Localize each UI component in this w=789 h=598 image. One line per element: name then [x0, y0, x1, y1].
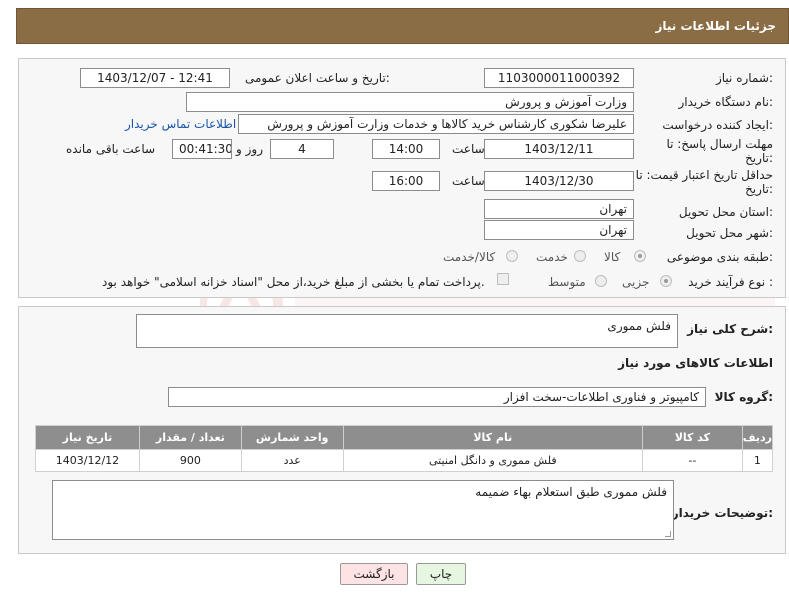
- requester-field: علیرضا شکوری کارشناس خرید کالاها و خدمات…: [238, 114, 634, 134]
- buyer-org-field: وزارت آموزش و پرورش: [186, 92, 634, 112]
- category-radio-both[interactable]: [506, 250, 518, 262]
- reply-date-field: 1403/12/11: [484, 139, 634, 159]
- price-valid-time-label: ساعت: [452, 174, 485, 188]
- days-field: 4: [270, 139, 334, 159]
- reply-time-label: ساعت: [452, 142, 485, 156]
- col-goods-name: نام کالا: [342, 425, 643, 450]
- days-label: روز و: [236, 142, 263, 156]
- buyer-org-label: نام دستگاه خریدار:: [678, 95, 774, 109]
- buyer-notes-field: فلش مموری طبق استعلام بهاء ضمیمه: [52, 480, 674, 540]
- remaining-time-label: ساعت باقی مانده: [66, 142, 156, 156]
- buyer-notes-text: فلش مموری طبق استعلام بهاء ضمیمه: [475, 485, 667, 499]
- category-option-both: کالا/خدمت: [443, 250, 496, 264]
- reply-deadline-label: مهلت ارسال پاسخ: تا: [666, 137, 773, 151]
- remaining-time-field: 00:41:30: [172, 139, 232, 159]
- province-label: استان محل تحویل:: [678, 205, 773, 219]
- buyer-notes-label: توضیحات خریدار:: [671, 506, 773, 520]
- description-label: شرح کلی نیاز:: [687, 322, 773, 336]
- price-valid-time-field: 16:00: [372, 171, 440, 191]
- price-valid-label: حداقل تاریخ اعتبار قیمت: تا: [635, 168, 773, 182]
- buyer-contact-link[interactable]: اطلاعات تماس خریدار: [125, 117, 236, 131]
- cell-need-date: 1403/12/12: [35, 449, 140, 472]
- col-quantity: تعداد / مقدار: [138, 425, 242, 450]
- description-field: فلش مموری: [136, 314, 678, 348]
- treasury-payment-note: پرداخت تمام یا بخشی از مبلغ خرید،از محل …: [102, 275, 485, 289]
- cell-unit: عدد: [240, 449, 344, 472]
- col-row-number: ردیف: [741, 425, 774, 450]
- announce-date-field: 1403/12/07 - 12:41: [80, 68, 230, 88]
- reply-deadline-label-2: تاریخ:: [745, 151, 773, 165]
- category-label: طبقه بندی موضوعی:: [666, 250, 773, 264]
- col-unit: واحد شمارش: [240, 425, 344, 450]
- table-row: 1 -- فلش مموری و دانگل امنیتی عدد 900 14…: [35, 449, 774, 472]
- category-radio-service[interactable]: [574, 250, 586, 262]
- cell-goods-name: فلش مموری و دانگل امنیتی: [342, 449, 643, 472]
- goods-group-label: گروه کالا:: [714, 390, 773, 404]
- goods-group-field: کامپیوتر و فناوری اطلاعات-سخت افزار: [168, 387, 706, 407]
- purchase-option-medium: متوسط: [548, 275, 586, 289]
- col-need-date: تاریخ نیاز: [35, 425, 140, 450]
- purchase-radio-minor[interactable]: [660, 275, 672, 287]
- reply-time-field: 14:00: [372, 139, 440, 159]
- announce-date-label: تاریخ و ساعت اعلان عمومی:: [245, 71, 390, 85]
- resize-handle[interactable]: [665, 531, 671, 537]
- purchase-type-label: نوع فرآیند خرید :: [688, 275, 773, 289]
- cell-row-number: 1: [741, 449, 774, 472]
- need-number-label: شماره نیاز:: [715, 71, 773, 85]
- need-number-field: 1103000011000392: [484, 68, 634, 88]
- items-table-header: ردیف کد کالا نام کالا واحد شمارش تعداد /…: [35, 425, 774, 450]
- purchase-option-minor: جزیی: [622, 275, 650, 289]
- page-header: جزئیات اطلاعات نیاز: [16, 8, 789, 44]
- treasury-payment-checkbox[interactable]: [497, 273, 509, 285]
- city-label: شهر محل تحویل:: [686, 226, 773, 240]
- category-option-goods: کالا: [604, 250, 621, 264]
- purchase-radio-medium[interactable]: [595, 275, 607, 287]
- category-option-service: خدمت: [536, 250, 568, 264]
- city-field: تهران: [484, 220, 634, 240]
- cell-goods-code: --: [641, 449, 743, 472]
- province-field: تهران: [484, 199, 634, 219]
- items-table: ردیف کد کالا نام کالا واحد شمارش تعداد /…: [35, 425, 774, 472]
- requester-label: ایجاد کننده درخواست:: [662, 118, 773, 132]
- page-title: جزئیات اطلاعات نیاز: [655, 19, 776, 33]
- col-goods-code: کد کالا: [641, 425, 743, 450]
- cell-quantity: 900: [138, 449, 242, 472]
- price-valid-label-2: تاریخ:: [745, 182, 773, 196]
- back-button[interactable]: بازگشت: [340, 563, 408, 585]
- price-valid-date-field: 1403/12/30: [484, 171, 634, 191]
- category-radio-goods[interactable]: [634, 250, 646, 262]
- items-section-title: اطلاعات کالاهای مورد نیاز: [618, 356, 773, 370]
- print-button[interactable]: چاپ: [416, 563, 466, 585]
